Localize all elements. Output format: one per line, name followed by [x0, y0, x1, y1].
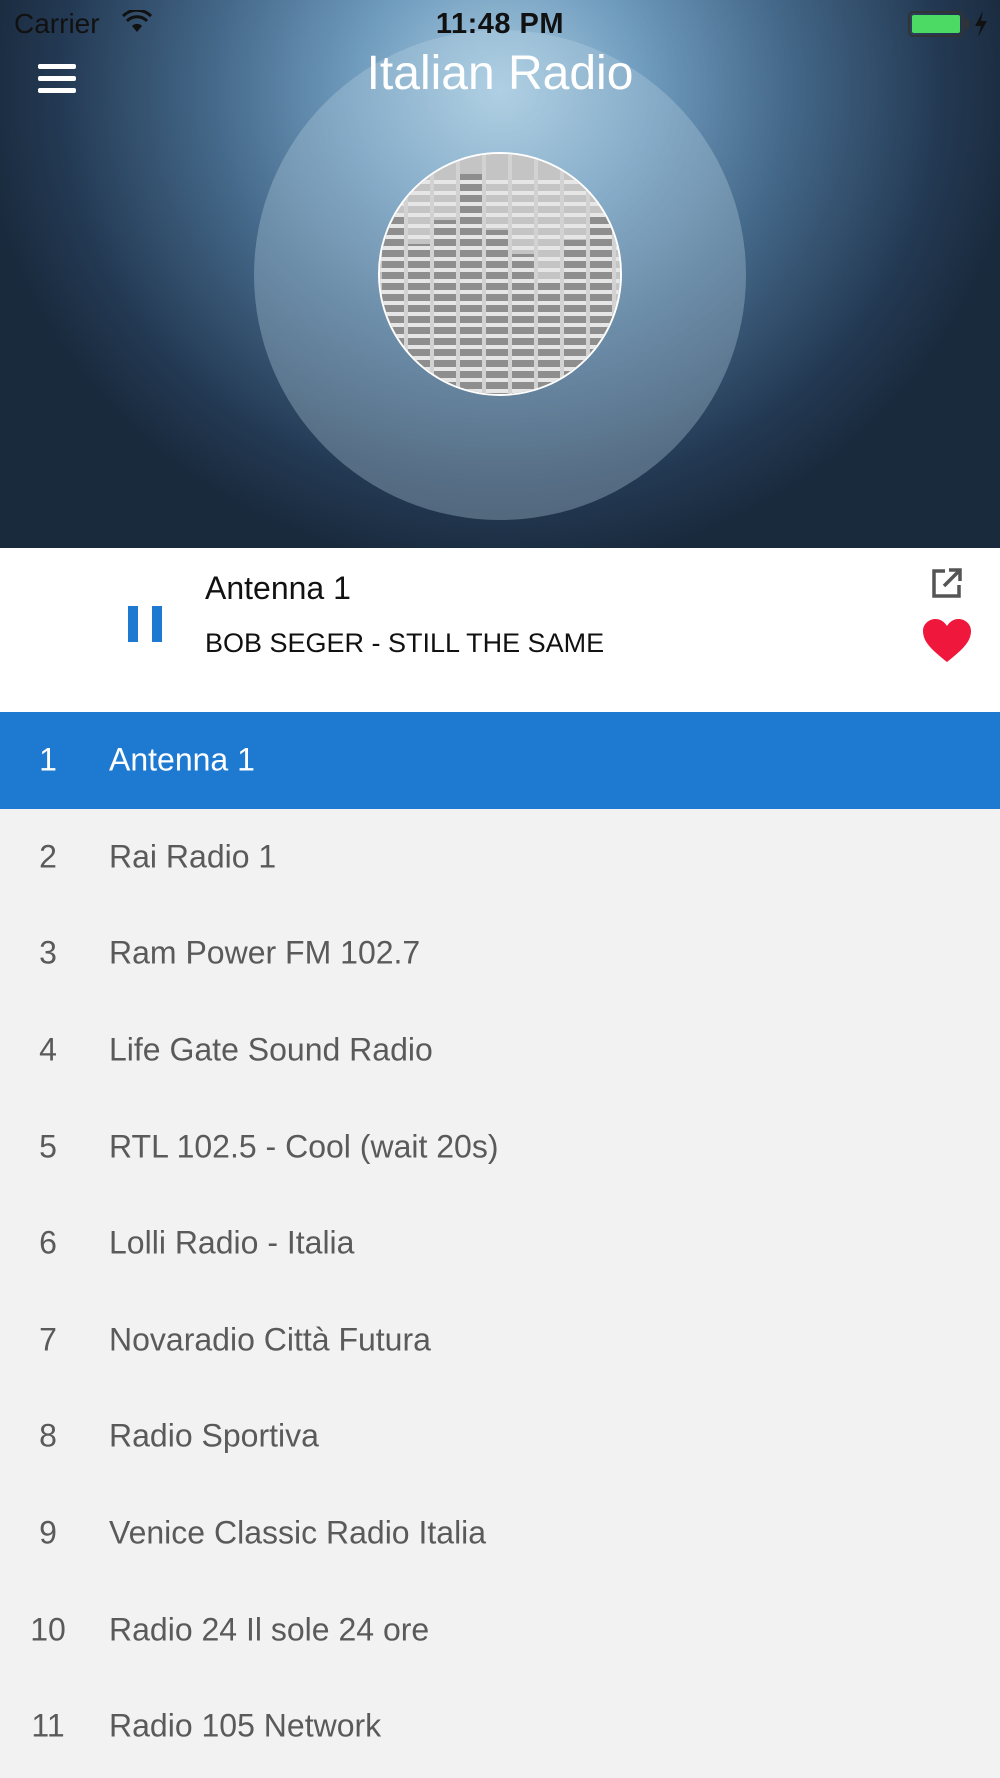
station-name: Lolli Radio - Italia	[109, 1224, 355, 1261]
station-number: 9	[39, 1514, 57, 1551]
station-name: Radio Sportiva	[109, 1417, 319, 1454]
station-number: 11	[31, 1707, 65, 1744]
station-name: Antenna 1	[109, 741, 255, 778]
pause-icon[interactable]	[128, 606, 162, 642]
header-hero: Carrier 11:48 PM Italian Radio	[0, 0, 1000, 548]
station-row[interactable]: 9 Venice Classic Radio Italia	[0, 1485, 1000, 1582]
station-row[interactable]: 7 Novaradio Città Futura	[0, 1292, 1000, 1389]
equalizer-artwork-icon	[380, 154, 620, 394]
station-number: 7	[39, 1321, 57, 1358]
station-row[interactable]: 8 Radio Sportiva	[0, 1388, 1000, 1485]
station-number: 3	[39, 934, 57, 971]
station-row[interactable]: 2 Rai Radio 1	[0, 809, 1000, 906]
station-name: Radio 24 Il sole 24 ore	[109, 1611, 430, 1648]
station-row[interactable]: 5 RTL 102.5 - Cool (wait 20s)	[0, 1098, 1000, 1195]
station-number: 10	[30, 1611, 66, 1648]
station-name: Rai Radio 1	[109, 838, 277, 875]
station-number: 2	[39, 838, 57, 875]
station-name: RTL 102.5 - Cool (wait 20s)	[109, 1128, 499, 1165]
heart-icon[interactable]	[922, 618, 972, 664]
battery-icon	[908, 11, 964, 37]
station-row[interactable]: 3 Ram Power FM 102.7	[0, 905, 1000, 1002]
station-row[interactable]: 6 Lolli Radio - Italia	[0, 1195, 1000, 1292]
station-name: Radio 105 Network	[109, 1707, 382, 1744]
station-row[interactable]: 11 Radio 105 Network	[0, 1678, 1000, 1775]
charging-bolt-icon	[975, 11, 987, 37]
station-row[interactable]: 10 Radio 24 Il sole 24 ore	[0, 1581, 1000, 1678]
station-number: 5	[39, 1128, 57, 1165]
station-number: 6	[39, 1224, 57, 1261]
station-name: Novaradio Città Futura	[109, 1321, 431, 1358]
station-name: Ram Power FM 102.7	[109, 934, 421, 971]
app-title: Italian Radio	[366, 47, 634, 100]
station-row[interactable]: 1 Antenna 1	[0, 712, 1000, 809]
status-bar: Carrier 11:48 PM	[0, 0, 1000, 48]
station-number: 8	[39, 1417, 57, 1454]
station-name: Life Gate Sound Radio	[109, 1031, 433, 1068]
battery-tip	[965, 19, 969, 29]
station-name: Venice Classic Radio Italia	[109, 1514, 487, 1551]
station-artwork	[378, 152, 622, 396]
station-list: 1 Antenna 1 2 Rai Radio 1 3 Ram Power FM 102.…	[0, 712, 1000, 1775]
now-playing-station: Antenna 1	[205, 570, 351, 606]
status-time: 11:48 PM	[435, 8, 565, 40]
now-playing-track: BOB SEGER - STILL THE SAME	[205, 628, 605, 658]
station-row[interactable]: 4 Life Gate Sound Radio	[0, 1002, 1000, 1099]
station-number: 1	[39, 741, 57, 778]
station-number: 4	[39, 1031, 57, 1068]
external-link-icon[interactable]	[930, 566, 964, 600]
